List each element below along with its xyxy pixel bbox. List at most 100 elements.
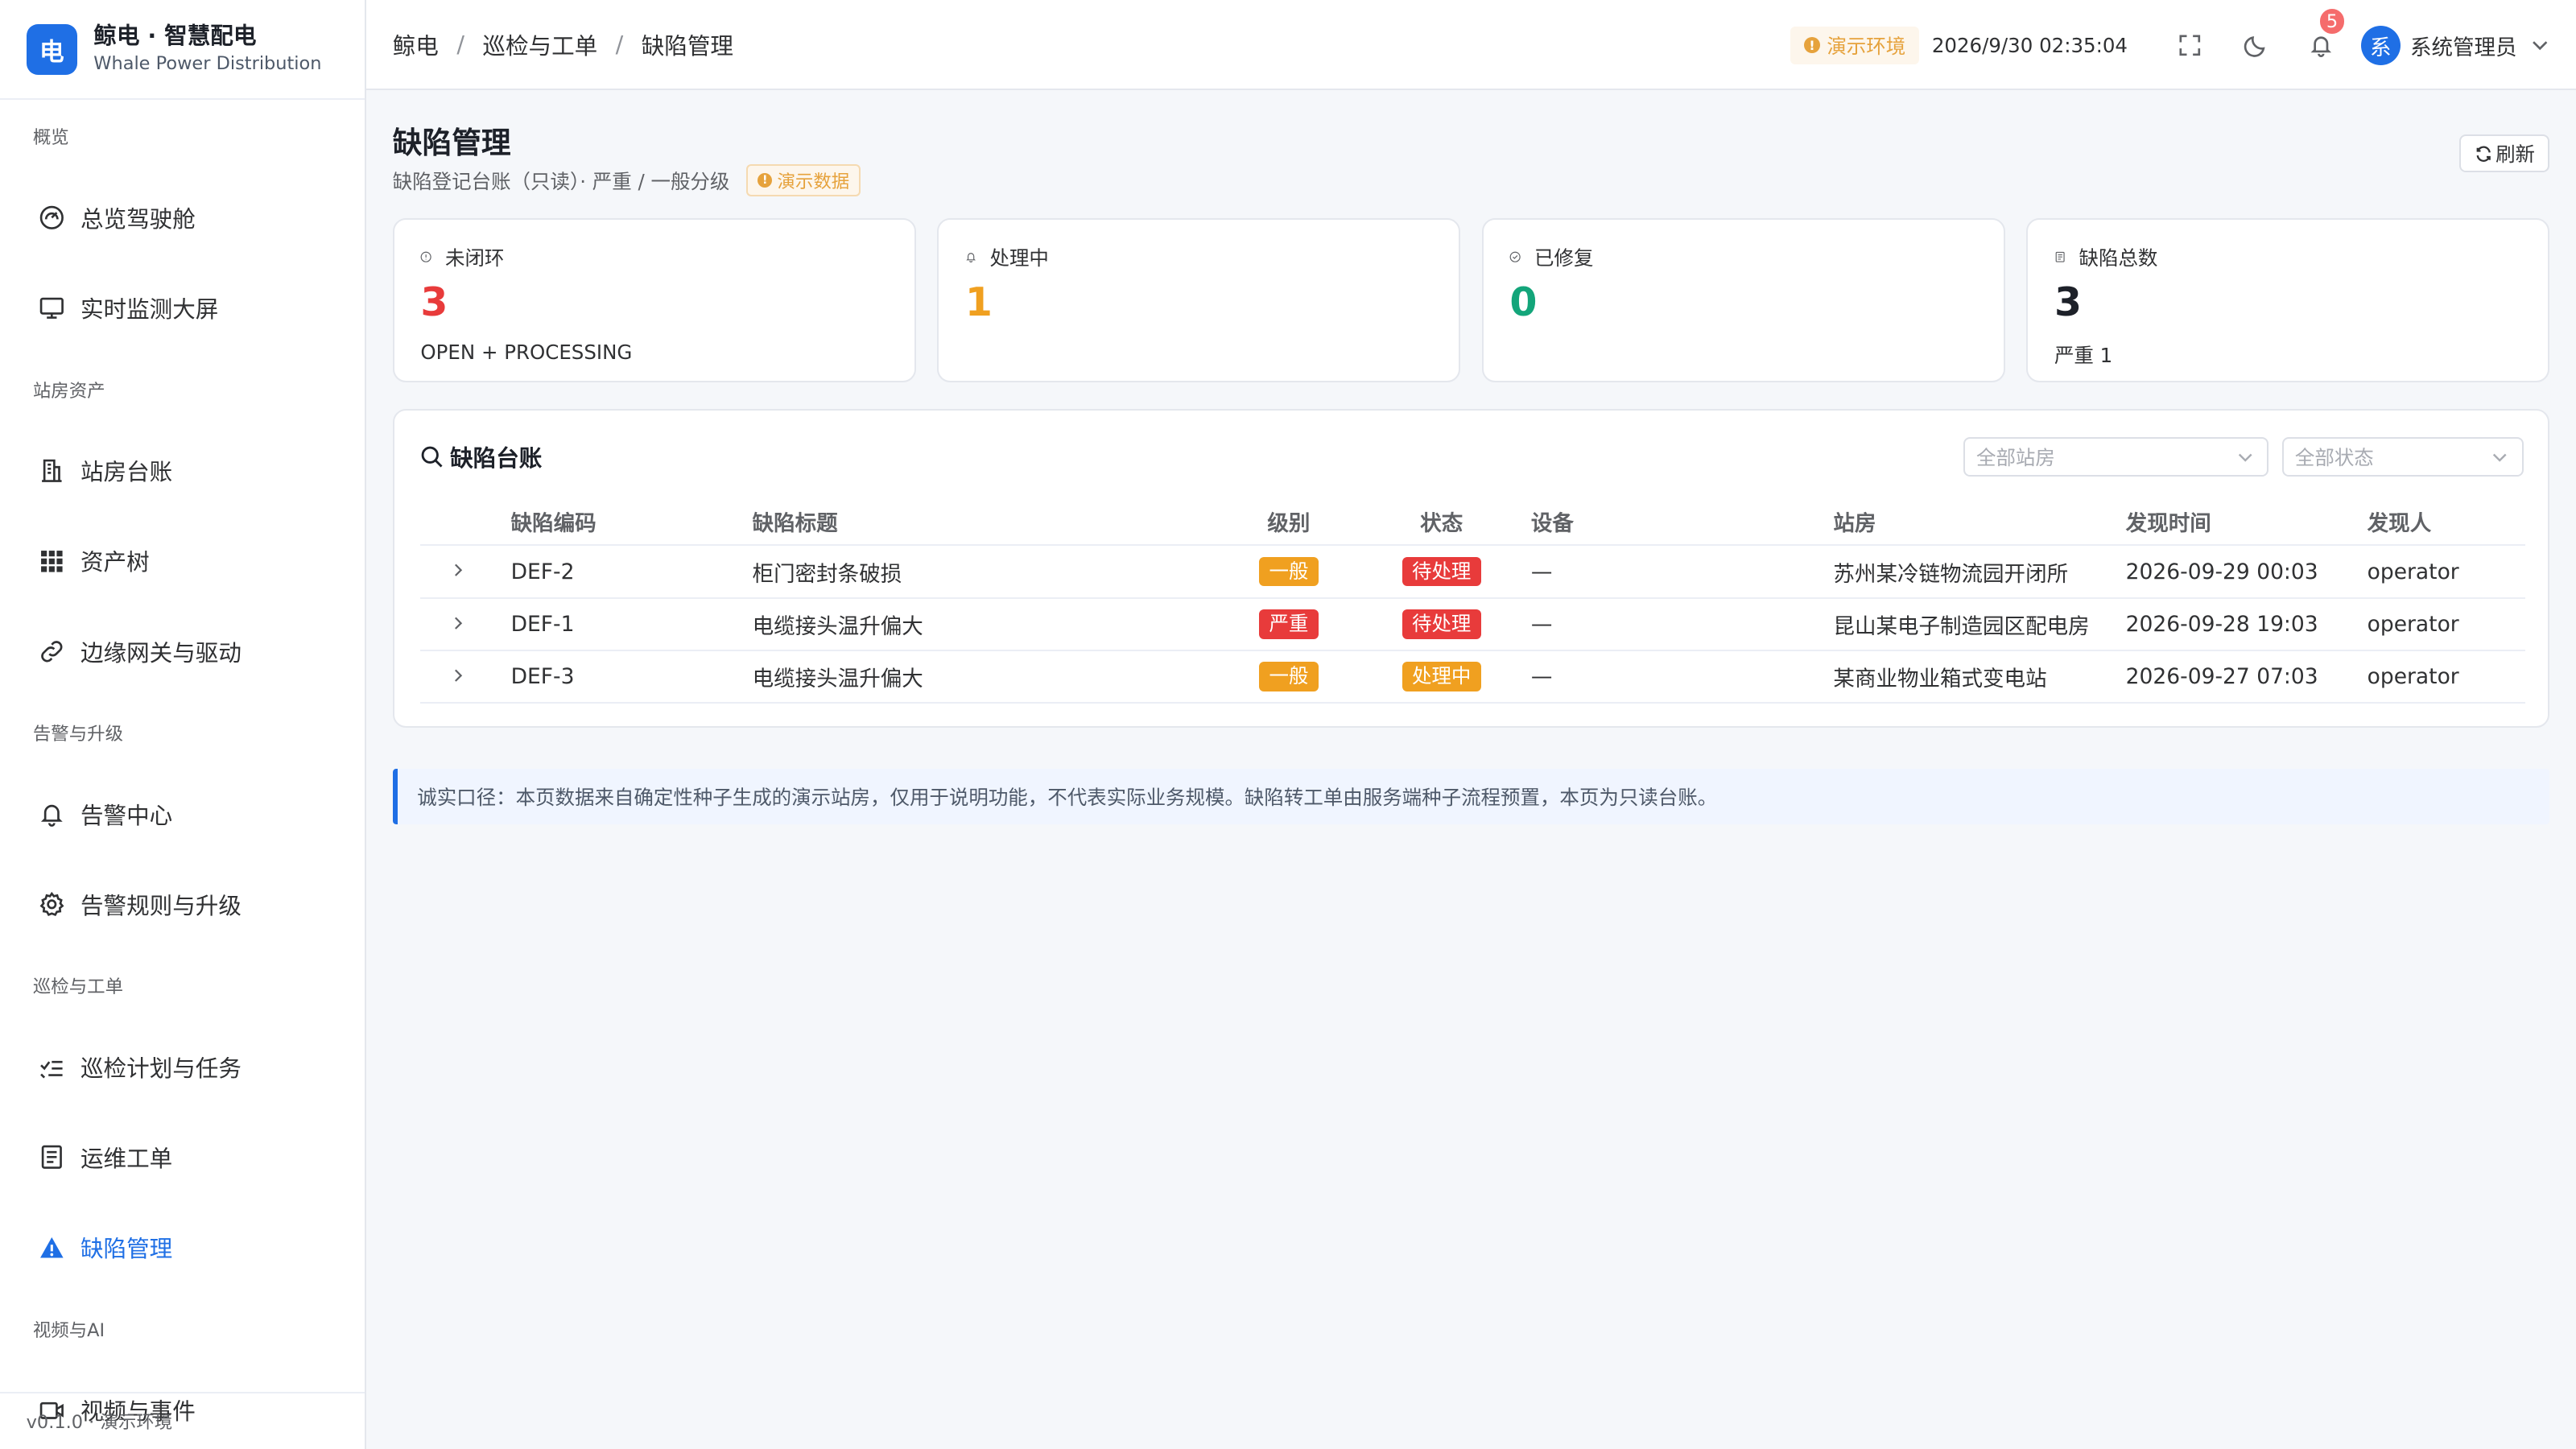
gear-icon (38, 890, 66, 919)
cell-status: 处理中 (1364, 650, 1518, 704)
sidebar-item[interactable]: 缺陷管理 (0, 1203, 365, 1293)
cell-station: 昆山某电子制造园区配电房 (1833, 597, 2126, 652)
cell-device: — (1517, 650, 1834, 704)
chevron-down-icon[interactable] (2530, 35, 2549, 55)
cell-finder: operator (2367, 545, 2525, 599)
sidebar-item-label: 告警中心 (80, 801, 173, 829)
expand-row-button[interactable] (420, 650, 511, 704)
stat-card-label: 已修复 (1509, 243, 1977, 271)
refresh-icon (2476, 146, 2491, 162)
nav-group-label: 巡检与工单 (32, 976, 124, 998)
cell-title: 柜门密封条破损 (752, 545, 1213, 599)
check-circle-icon (1509, 248, 1527, 266)
sidebar-item[interactable]: 实时监测大屏 (0, 263, 365, 353)
bell-icon (2310, 36, 2332, 57)
col-level[interactable]: 级别 (1212, 497, 1365, 547)
col-expand (420, 497, 511, 547)
table-header-row: 缺陷编码 缺陷标题 级别 状态 设备 站房 发现时间 发现人 (420, 497, 2525, 547)
level-tag: 一般 (1259, 556, 1319, 587)
cell-title: 电缆接头温升偏大 (752, 650, 1213, 704)
stat-card-label-text: 未闭环 (444, 246, 505, 270)
document-icon (38, 1143, 66, 1171)
expand-row-button[interactable] (420, 597, 511, 652)
nav-group-label: 视频与AI (32, 1319, 105, 1341)
sidebar-item[interactable]: 告警中心 (0, 769, 365, 859)
sidebar-item-label: 实时监测大屏 (80, 295, 219, 324)
page-subtitle-text: 缺陷登记台账（只读）· 严重 / 一般分级 (392, 169, 730, 193)
level-tag: 一般 (1259, 662, 1319, 692)
avatar[interactable]: 系 (2360, 25, 2401, 65)
sidebar-item[interactable]: 边缘网关与驱动 (0, 606, 365, 696)
sidebar-item[interactable]: 运维工单 (0, 1112, 365, 1202)
sidebar-nav: 概览 总览驾驶舱 实时监测大屏 站房资产 站房台账 资产树 边缘网关与驱动 告警与升级 告警中心… (0, 100, 365, 1449)
sidebar-item-label: 站房台账 (80, 458, 173, 486)
document-icon (2054, 248, 2072, 266)
bell-icon (38, 800, 66, 828)
chevron-down-icon (2238, 453, 2252, 462)
sidebar-item[interactable]: 总览驾驶舱 (0, 172, 365, 262)
breadcrumb-item-inspection[interactable]: 巡检与工单 (482, 28, 597, 61)
cell-device: — (1517, 597, 1834, 652)
cell-level: 一般 (1212, 545, 1365, 599)
stat-cards: 未闭环 3 OPEN + PROCESSING 处理中 1 已修复 0 缺陷总数 3 严重 1 (392, 218, 2550, 383)
col-status[interactable]: 状态 (1364, 497, 1518, 547)
bell-icon (965, 248, 983, 266)
theme-toggle-button[interactable] (2240, 29, 2273, 62)
sidebar-item[interactable]: 巡检计划与任务 (0, 1022, 365, 1112)
notification-button[interactable]: 5 (2305, 7, 2347, 62)
moon-icon (2244, 35, 2265, 57)
sidebar-item[interactable]: 资产树 (0, 516, 365, 606)
nav-group-label: 站房资产 (32, 380, 105, 402)
dashboard-icon (38, 204, 66, 232)
chevron-right-icon (455, 617, 463, 630)
stat-card-label: 缺陷总数 (2054, 243, 2522, 271)
table-row[interactable]: DEF-2 柜门密封条破损 一般 待处理 — 苏州某冷链物流园开闭所 2026-09-29 … (420, 545, 2525, 599)
col-code[interactable]: 缺陷编码 (510, 497, 753, 547)
col-device[interactable]: 设备 (1517, 497, 1834, 547)
status-filter-select[interactable]: 全部状态 (2281, 436, 2524, 477)
station-filter-placeholder: 全部站房 (1975, 445, 2055, 469)
stat-card-label-text: 处理中 (989, 246, 1049, 270)
breadcrumb-separator: / (615, 31, 624, 59)
table-row[interactable]: DEF-3 电缆接头温升偏大 一般 处理中 — 某商业物业箱式变电站 2026-09-27 … (420, 650, 2525, 704)
sidebar-item[interactable]: 站房台账 (0, 426, 365, 516)
search-icon (422, 446, 443, 468)
station-filter-select[interactable]: 全部站房 (1963, 436, 2269, 477)
col-found-time[interactable]: 发现时间 (2125, 497, 2368, 547)
col-title[interactable]: 缺陷标题 (752, 497, 1213, 547)
brand-logo: 电 (26, 23, 77, 75)
cell-station: 某商业物业箱式变电站 (1833, 650, 2126, 704)
sidebar-item[interactable]: 告警规则与升级 (0, 859, 365, 949)
cell-found-time: 2026-09-28 19:03 (2125, 597, 2368, 652)
stat-card: 处理中 1 (937, 218, 1461, 383)
cell-status: 待处理 (1364, 597, 1518, 652)
table-row[interactable]: DEF-1 电缆接头温升偏大 严重 待处理 — 昆山某电子制造园区配电房 2026-09-2… (420, 597, 2525, 652)
env-tag-label: 演示环境 (1827, 34, 1906, 58)
user-name[interactable]: 系统管理员 (2410, 30, 2517, 61)
clock: 2026/9/30 02:35:04 (1931, 33, 2128, 57)
refresh-button[interactable]: 刷新 (2459, 134, 2550, 173)
ledger-title: 缺陷台账 (420, 440, 542, 473)
status-tag: 待处理 (1402, 556, 1481, 587)
stat-card-value: 3 (2054, 279, 2083, 326)
col-finder[interactable]: 发现人 (2367, 497, 2525, 547)
stat-card-label-text: 已修复 (1534, 246, 1594, 270)
sidebar-item-label: 资产树 (80, 548, 150, 576)
sidebar-item-label: 告警规则与升级 (80, 891, 242, 919)
brand-subtitle: Whale Power Distribution (93, 53, 322, 75)
info-circle-icon (420, 248, 438, 266)
stat-card-label-text: 缺陷总数 (2079, 246, 2158, 270)
cell-code: DEF-2 (510, 545, 753, 599)
col-station[interactable]: 站房 (1833, 497, 2126, 547)
breadcrumb-item-home[interactable]: 鲸电 (393, 28, 439, 61)
sidebar-item-label: 巡检计划与任务 (80, 1054, 242, 1082)
expand-row-button[interactable] (420, 545, 511, 599)
grid-icon (38, 547, 66, 576)
defect-ledger: 缺陷台账 全部站房 全部状态 缺陷编码 缺陷标题 级别 状态 设备 站房 发现时… (392, 409, 2550, 729)
cell-found-time: 2026-09-29 00:03 (2125, 545, 2368, 599)
fullscreen-button[interactable] (2174, 29, 2207, 62)
chevron-right-icon (455, 669, 463, 682)
defect-table: 缺陷编码 缺陷标题 级别 状态 设备 站房 发现时间 发现人 DEF-2 柜门密封… (420, 497, 2525, 704)
cell-station: 苏州某冷链物流园开闭所 (1833, 545, 2126, 599)
brand[interactable]: 电 鲸电 · 智慧配电 Whale Power Distribution (0, 0, 365, 101)
